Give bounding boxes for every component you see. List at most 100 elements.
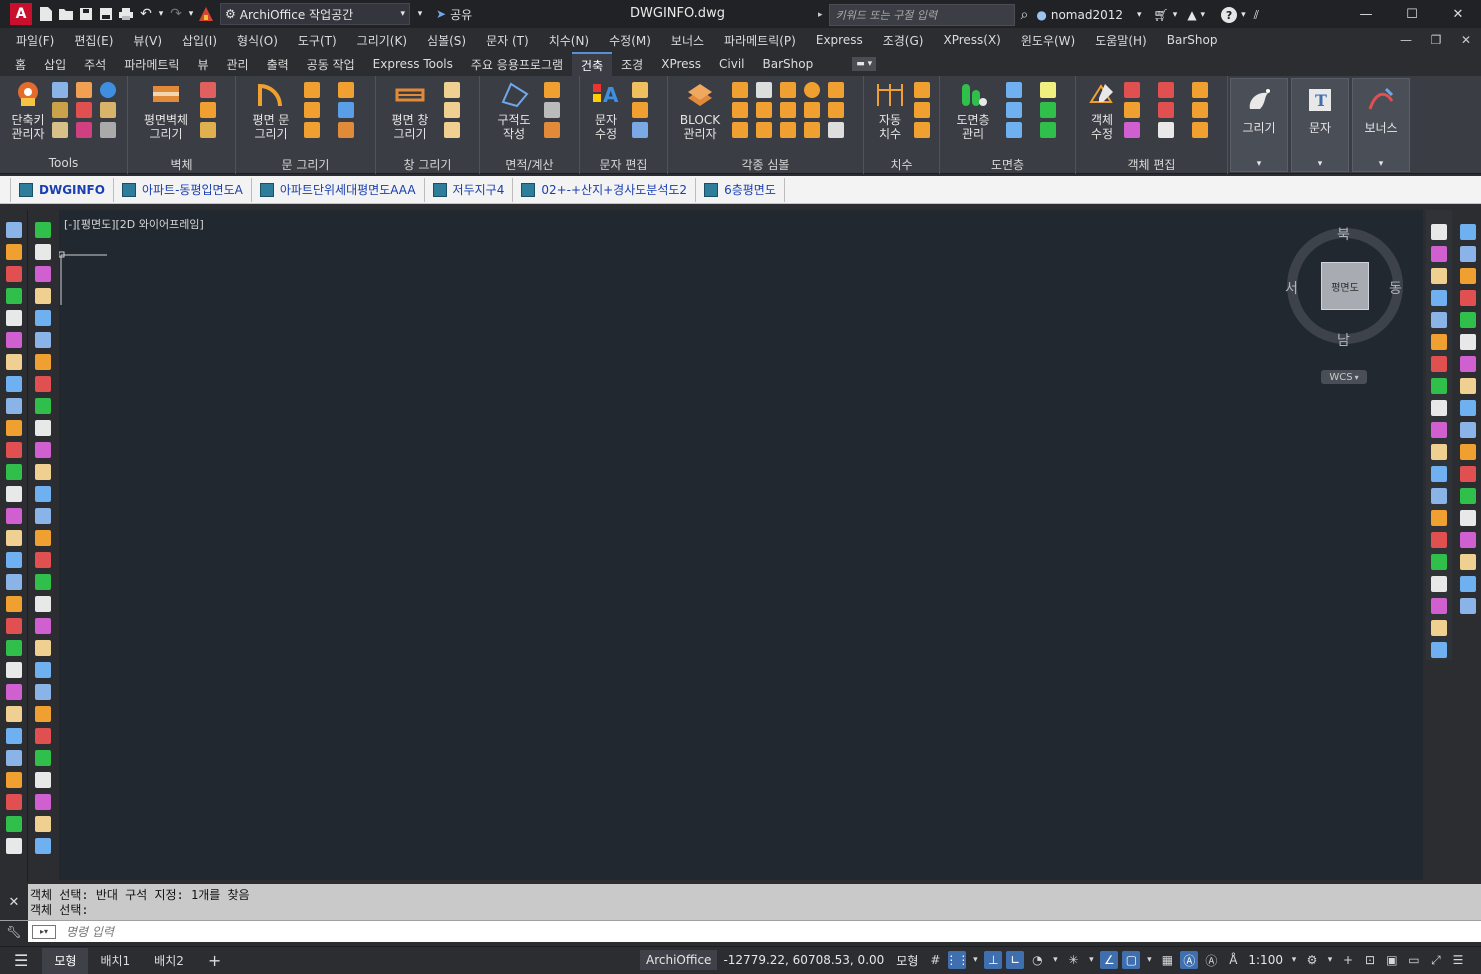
symbol-diamond-icon[interactable] bbox=[756, 102, 772, 118]
ribbon-tab-4[interactable]: 뷰 bbox=[188, 52, 217, 76]
text-convert-icon[interactable] bbox=[632, 122, 648, 138]
bonus-flyout-button[interactable]: 보너스 ▾ bbox=[1352, 78, 1410, 172]
help-dropdown-icon[interactable]: ▾ bbox=[1241, 10, 1246, 20]
left-b-tool-12-icon[interactable] bbox=[35, 486, 51, 502]
modify-tool-0-icon[interactable] bbox=[1459, 224, 1476, 240]
autodesk-dropdown-icon[interactable]: ▾ bbox=[1201, 10, 1206, 20]
left-b-tool-11-icon[interactable] bbox=[35, 464, 51, 480]
menu-item-12[interactable]: 파라메트릭(P) bbox=[714, 28, 806, 52]
door-swing-icon[interactable] bbox=[304, 82, 320, 98]
left-b-tool-16-icon[interactable] bbox=[35, 574, 51, 590]
workspace-gear-icon[interactable]: ⚙ bbox=[1303, 951, 1321, 969]
share-button[interactable]: ➤ 공유 bbox=[436, 6, 472, 23]
draw-tool-6-icon[interactable] bbox=[1431, 356, 1447, 372]
calculator-icon[interactable] bbox=[544, 102, 560, 118]
maximize-button[interactable]: ☐ bbox=[1389, 0, 1435, 28]
draw-tool-17-icon[interactable] bbox=[1431, 598, 1447, 614]
shortcut-manager-button[interactable]: 단축키 관리자 bbox=[6, 80, 50, 141]
dim-height-icon[interactable] bbox=[914, 102, 930, 118]
ribbon-tab-2[interactable]: 주석 bbox=[75, 52, 115, 76]
menu-item-5[interactable]: 도구(T) bbox=[288, 28, 347, 52]
menu-item-17[interactable]: 도움말(H) bbox=[1085, 28, 1157, 52]
layer-stack-icon[interactable] bbox=[1040, 82, 1056, 98]
modify-tool-11-icon[interactable] bbox=[1459, 466, 1476, 482]
file-tab-2[interactable]: 아파트단위세대평면도AAA bbox=[252, 177, 425, 202]
text-flyout-button[interactable]: T 문자 ▾ bbox=[1291, 78, 1349, 172]
modify-tool-15-icon[interactable] bbox=[1459, 554, 1476, 570]
units-icon[interactable]: ⊡ bbox=[1361, 951, 1379, 969]
folding-door-icon[interactable] bbox=[304, 122, 320, 138]
left-a-tool-6-icon[interactable] bbox=[5, 354, 22, 370]
modify-tool-5-icon[interactable] bbox=[1459, 334, 1476, 350]
obj-bars-icon[interactable] bbox=[1192, 122, 1208, 138]
symbol-arrow-icon[interactable] bbox=[780, 82, 796, 98]
modify-tool-1-icon[interactable] bbox=[1459, 246, 1476, 262]
draw-door-button[interactable]: 평면 문 그리기 bbox=[244, 80, 298, 141]
symbol-curve-icon[interactable] bbox=[732, 102, 748, 118]
command-close-icon[interactable]: ✕ bbox=[9, 895, 20, 910]
left-b-tool-23-icon[interactable] bbox=[35, 728, 51, 744]
left-a-tool-10-icon[interactable] bbox=[5, 442, 22, 458]
transparency-icon[interactable]: ▦ bbox=[1158, 951, 1176, 969]
table-calc-icon[interactable] bbox=[544, 122, 560, 138]
object-snap-icon[interactable]: ▢ bbox=[1122, 951, 1141, 969]
symbol-line-icon[interactable] bbox=[732, 82, 748, 98]
minimize-button[interactable]: — bbox=[1343, 0, 1389, 28]
cart-dropdown-icon[interactable]: ▾ bbox=[1173, 10, 1178, 20]
customize-qa-icon[interactable]: ▾ bbox=[410, 4, 430, 24]
left-a-tool-20-icon[interactable] bbox=[5, 662, 22, 678]
scale-dropdown-icon[interactable]: ▾ bbox=[1289, 951, 1299, 969]
left-b-tool-24-icon[interactable] bbox=[35, 750, 51, 766]
symbol-eye-icon[interactable] bbox=[804, 102, 820, 118]
left-b-tool-1-icon[interactable] bbox=[35, 244, 51, 260]
annotation-monitor-icon[interactable]: + bbox=[1339, 951, 1357, 969]
draw-tool-0-icon[interactable] bbox=[1431, 224, 1447, 240]
obj-array-icon[interactable] bbox=[1192, 102, 1208, 118]
window-grid-icon[interactable] bbox=[444, 122, 460, 138]
isodraft-icon[interactable]: ✳ bbox=[1064, 951, 1082, 969]
file-tab-3[interactable]: 저두지구4 bbox=[425, 177, 514, 202]
modify-tool-16-icon[interactable] bbox=[1459, 576, 1476, 592]
search-expand-icon[interactable]: ▸ bbox=[818, 10, 823, 20]
window-frame-icon[interactable] bbox=[444, 82, 460, 98]
symbol-split-icon[interactable] bbox=[756, 122, 772, 138]
sliding-door-icon[interactable] bbox=[338, 102, 354, 118]
left-a-tool-12-icon[interactable] bbox=[5, 486, 22, 502]
layout-tab-1[interactable]: 배치1 bbox=[88, 948, 142, 974]
ribbon-tab-13[interactable]: Civil bbox=[710, 52, 753, 76]
ortho-icon[interactable]: ∟ bbox=[1006, 951, 1025, 969]
snap-dropdown-icon[interactable]: ▾ bbox=[970, 951, 980, 969]
menu-item-13[interactable]: Express bbox=[806, 28, 873, 52]
cart-icon[interactable]: 🛒︎ bbox=[1154, 8, 1169, 22]
left-b-tool-25-icon[interactable] bbox=[35, 772, 51, 788]
draw-tool-14-icon[interactable] bbox=[1431, 532, 1447, 548]
grid-icon[interactable]: # bbox=[926, 951, 944, 969]
obj-break-icon[interactable] bbox=[1158, 102, 1174, 118]
layer-green-icon[interactable] bbox=[1040, 122, 1056, 138]
door-block-icon[interactable] bbox=[338, 122, 354, 138]
double-door-icon[interactable] bbox=[304, 102, 320, 118]
left-b-tool-2-icon[interactable] bbox=[35, 266, 51, 282]
draw-tool-5-icon[interactable] bbox=[1431, 334, 1447, 350]
modify-tool-12-icon[interactable] bbox=[1459, 488, 1476, 504]
autodesk-icon[interactable]: ▲ bbox=[1187, 8, 1196, 22]
left-b-tool-18-icon[interactable] bbox=[35, 618, 51, 634]
menu-item-11[interactable]: 보너스 bbox=[661, 28, 714, 52]
ribbon-tab-10[interactable]: 건축 bbox=[572, 52, 613, 76]
clean-screen-icon[interactable]: ⤢ bbox=[1427, 951, 1445, 969]
menu-item-4[interactable]: 형식(O) bbox=[227, 28, 288, 52]
draw-tool-7-icon[interactable] bbox=[1431, 378, 1447, 394]
iso-dropdown-icon[interactable]: ▾ bbox=[1086, 951, 1096, 969]
color-swatch-icon[interactable] bbox=[76, 122, 92, 138]
modify-tool-8-icon[interactable] bbox=[1459, 400, 1476, 416]
annotation-scale-value[interactable]: 1:100 bbox=[1244, 953, 1287, 967]
ribbon-tab-9[interactable]: 주요 응용프로그램 bbox=[462, 52, 572, 76]
symbol-grid-icon[interactable] bbox=[756, 82, 772, 98]
file-tab-4[interactable]: 02+-+산지+경사도분석도2 bbox=[513, 177, 697, 202]
ribbon-tab-11[interactable]: 조경 bbox=[612, 52, 652, 76]
open-folder-icon[interactable] bbox=[56, 4, 76, 24]
menu-item-6[interactable]: 그리기(K) bbox=[347, 28, 417, 52]
file-tab-0[interactable]: DWGINFO bbox=[11, 177, 114, 202]
user-icon[interactable]: ● bbox=[1036, 8, 1046, 22]
left-b-tool-28-icon[interactable] bbox=[35, 838, 51, 854]
